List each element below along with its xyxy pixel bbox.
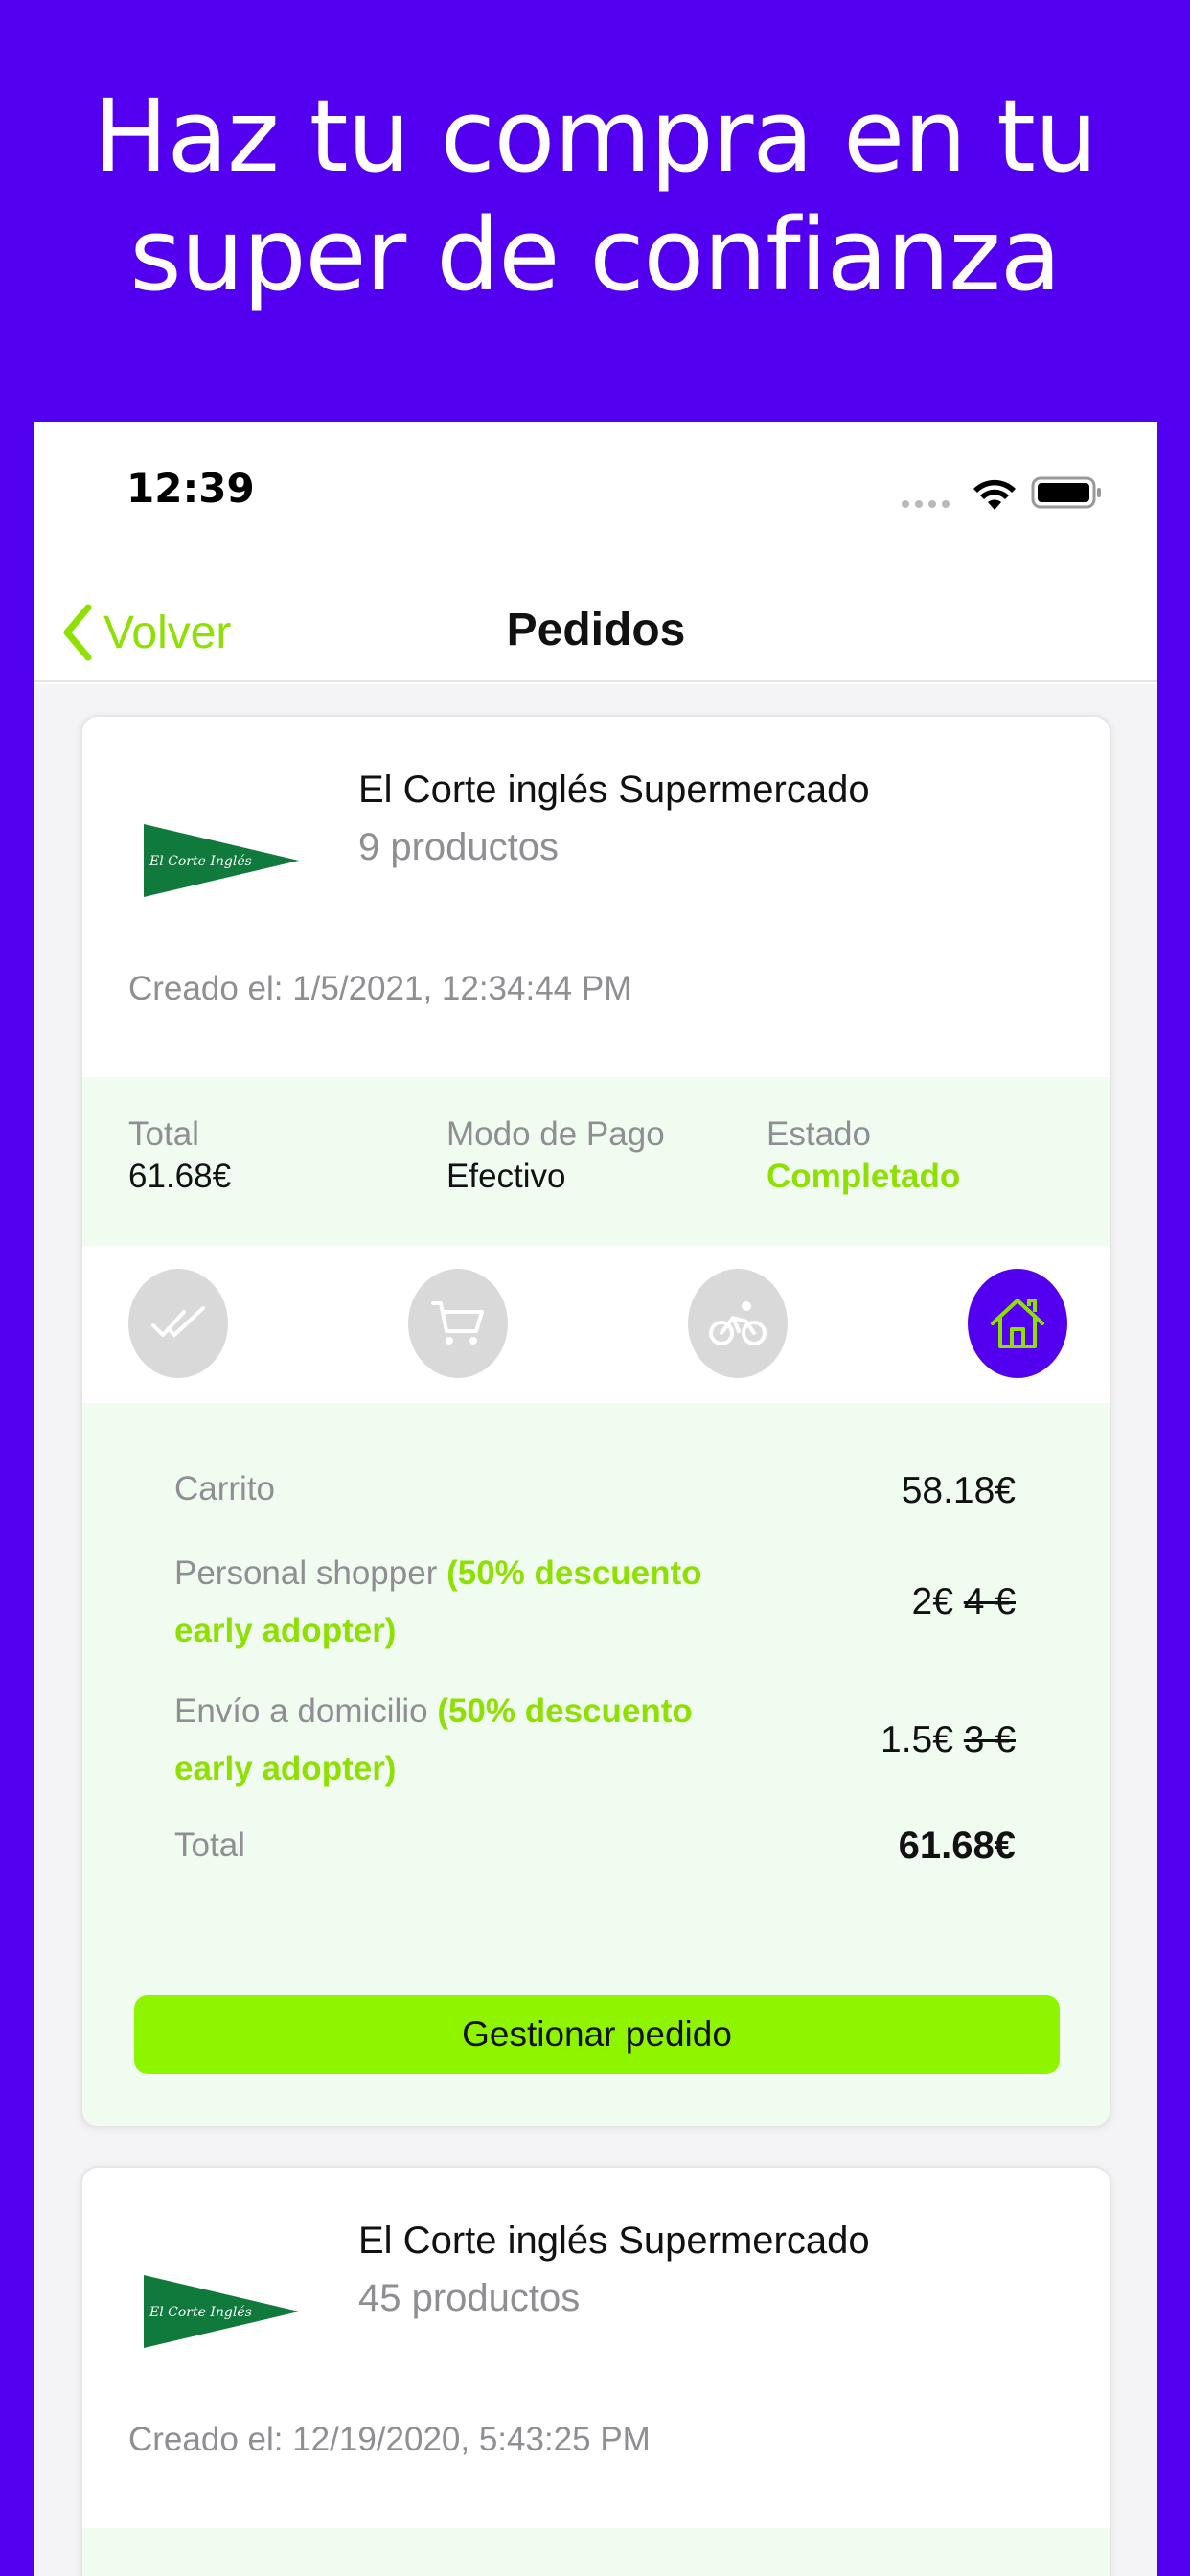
shopper-label: Personal shopper [174,1554,438,1592]
step-shopping[interactable] [408,1269,508,1378]
step-delivery[interactable] [688,1269,788,1378]
el-corte-ingles-logo: El Corte Inglés [144,2275,299,2348]
summary-total-label: Total [174,1827,245,1864]
cart-value: 58.18€ [901,1470,1016,1511]
summary-total-row: Total 61.68€ [174,1817,1016,1874]
order-summary: Carrito 58.18€ Personal shopper (50% des… [82,1403,1110,2126]
delivery-old-price: 3 € [963,1719,1016,1760]
shopper-discount: (50% descuento [446,1554,702,1592]
delivery-discount: (50% descuento [437,1692,693,1730]
status-bar: 12:39 [34,422,1157,537]
orders-list[interactable]: El Corte Inglés El Corte inglés Supermer… [34,684,1157,2576]
order-card: El Corte Inglés El Corte inglés Supermer… [80,2166,1111,2576]
el-corte-ingles-logo: El Corte Inglés [144,824,299,897]
order-info [82,2528,1110,2576]
status-label: Estado [767,1116,871,1153]
delivery-price: 1.5€ 3 € [881,1719,1016,1761]
shopper-value: 2€ [911,1581,953,1622]
summary-cart-row: Carrito 58.18€ [174,1460,1016,1518]
created-date: Creado el: 1/5/2021, 12:34:44 PM [128,970,632,1007]
total-value: 61.68€ [128,1158,232,1195]
delivery-discount-cont: early adopter) [174,1750,397,1787]
navigation-bar: Volver Pedidos [34,586,1157,682]
product-count: 45 productos [358,2277,581,2319]
shopper-old-price: 4 € [963,1581,1016,1622]
cart-label: Carrito [174,1470,276,1507]
status-time: 12:39 [126,465,255,512]
step-delivered[interactable] [968,1269,1067,1378]
double-check-icon [151,1306,205,1337]
store-name: El Corte inglés Supermercado [358,2220,870,2262]
status-column: Estado Completado [767,1114,960,1198]
total-label: Total [128,1116,199,1153]
home-icon [991,1299,1044,1348]
step-confirmed[interactable] [128,1269,228,1378]
delivery-value: 1.5€ [881,1719,953,1760]
payment-label: Modo de Pago [446,1116,665,1153]
wifi-icon [973,479,1016,510]
status-value: Completado [767,1158,961,1195]
battery-icon [1031,476,1101,509]
order-card: El Corte Inglés El Corte inglés Supermer… [80,715,1111,2128]
svg-text:El Corte Inglés: El Corte Inglés [149,2305,252,2320]
total-column: Total 61.68€ [128,1114,231,1198]
shopper-discount-cont: early adopter) [174,1612,397,1649]
summary-shopper-row: Personal shopper (50% descuento early ad… [174,1545,1016,1660]
headline-line-1: Haz tu compra en tu [93,78,1098,195]
order-progress [82,1246,1110,1403]
created-date: Creado el: 12/19/2020, 5:43:25 PM [128,2421,651,2458]
headline-line-2: super de confianza [129,196,1061,313]
phone-screen: 12:39 Volver Pedidos El Corte Inglés El … [34,422,1157,2576]
payment-column: Modo de Pago Efectivo [446,1114,665,1198]
shopper-price: 2€ 4 € [912,1581,1016,1623]
summary-total-value: 61.68€ [898,1825,1016,1867]
signal-icon [902,500,950,508]
bicycle-icon [709,1301,767,1346]
product-count: 9 productos [358,826,560,868]
marketing-headline: Haz tu compra en tu super de confianza [0,77,1190,314]
cart-icon [431,1301,484,1345]
manage-order-button[interactable]: Gestionar pedido [134,1995,1060,2074]
delivery-label: Envío a domicilio [174,1692,428,1730]
payment-value: Efectivo [446,1158,566,1195]
store-name: El Corte inglés Supermercado [358,769,870,811]
summary-delivery-row: Envío a domicilio (50% descuento early a… [174,1683,1016,1798]
order-info: Total 61.68€ Modo de Pago Efectivo Estad… [82,1077,1110,1246]
page-title: Pedidos [506,605,686,656]
svg-text:El Corte Inglés: El Corte Inglés [149,854,252,869]
